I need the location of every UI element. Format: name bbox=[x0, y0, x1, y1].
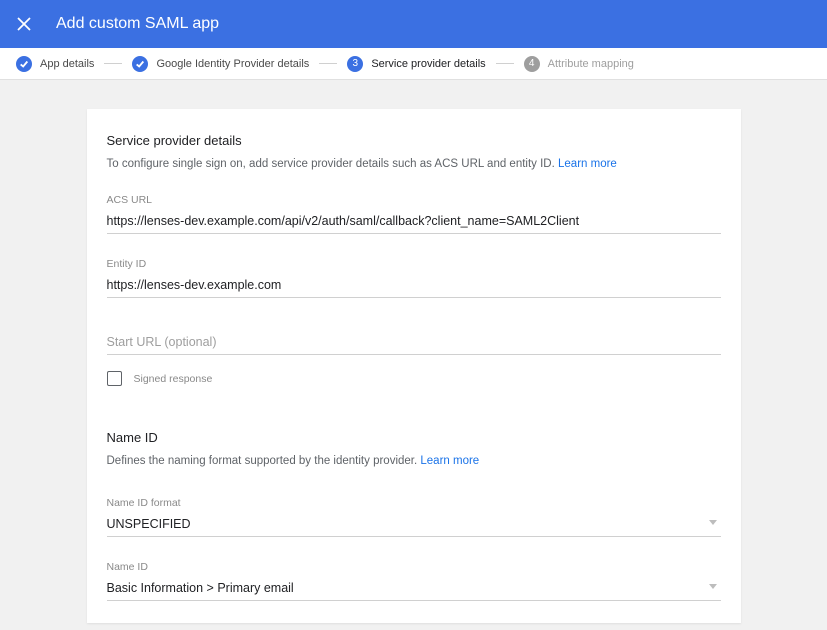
field-entity-id: Entity ID bbox=[107, 258, 721, 298]
nameid-format-select[interactable] bbox=[107, 514, 721, 537]
step-attribute-mapping: 4 Attribute mapping bbox=[524, 56, 634, 72]
step-separator bbox=[319, 63, 337, 64]
step-label: Service provider details bbox=[371, 58, 485, 70]
nameid-select[interactable] bbox=[107, 578, 721, 601]
form-card: Service provider details To configure si… bbox=[87, 109, 741, 623]
learn-more-link[interactable]: Learn more bbox=[420, 455, 479, 467]
section-heading-sp: Service provider details bbox=[107, 133, 721, 148]
entity-id-input[interactable] bbox=[107, 275, 721, 298]
field-nameid: Name ID bbox=[107, 561, 721, 601]
page-title: Add custom SAML app bbox=[56, 15, 219, 33]
learn-more-link[interactable]: Learn more bbox=[558, 158, 617, 170]
check-icon bbox=[132, 56, 148, 72]
signed-response-row: Signed response bbox=[107, 371, 721, 386]
field-start-url bbox=[107, 332, 721, 355]
field-label: ACS URL bbox=[107, 194, 721, 206]
close-icon[interactable] bbox=[16, 16, 32, 32]
start-url-input[interactable] bbox=[107, 332, 721, 355]
field-label: Name ID bbox=[107, 561, 721, 573]
check-icon bbox=[16, 56, 32, 72]
step-label: Google Identity Provider details bbox=[156, 58, 309, 70]
step-number-icon: 4 bbox=[524, 56, 540, 72]
step-google-idp-details[interactable]: Google Identity Provider details bbox=[132, 56, 309, 72]
step-separator bbox=[496, 63, 514, 64]
step-app-details[interactable]: App details bbox=[16, 56, 94, 72]
section-heading-nameid: Name ID bbox=[107, 430, 721, 445]
section-description-sp: To configure single sign on, add service… bbox=[107, 158, 721, 170]
signed-response-label: Signed response bbox=[134, 373, 213, 385]
field-label: Entity ID bbox=[107, 258, 721, 270]
topbar: Add custom SAML app bbox=[0, 0, 827, 48]
field-nameid-format: Name ID format bbox=[107, 497, 721, 537]
field-label: Name ID format bbox=[107, 497, 721, 509]
step-label: App details bbox=[40, 58, 94, 70]
signed-response-checkbox[interactable] bbox=[107, 371, 122, 386]
step-separator bbox=[104, 63, 122, 64]
step-number-icon: 3 bbox=[347, 56, 363, 72]
field-acs-url: ACS URL bbox=[107, 194, 721, 234]
step-service-provider-details[interactable]: 3 Service provider details bbox=[347, 56, 485, 72]
step-label: Attribute mapping bbox=[548, 58, 634, 70]
stepper: App details Google Identity Provider det… bbox=[0, 48, 827, 80]
acs-url-input[interactable] bbox=[107, 211, 721, 234]
section-description-nameid: Defines the naming format supported by t… bbox=[107, 455, 721, 467]
